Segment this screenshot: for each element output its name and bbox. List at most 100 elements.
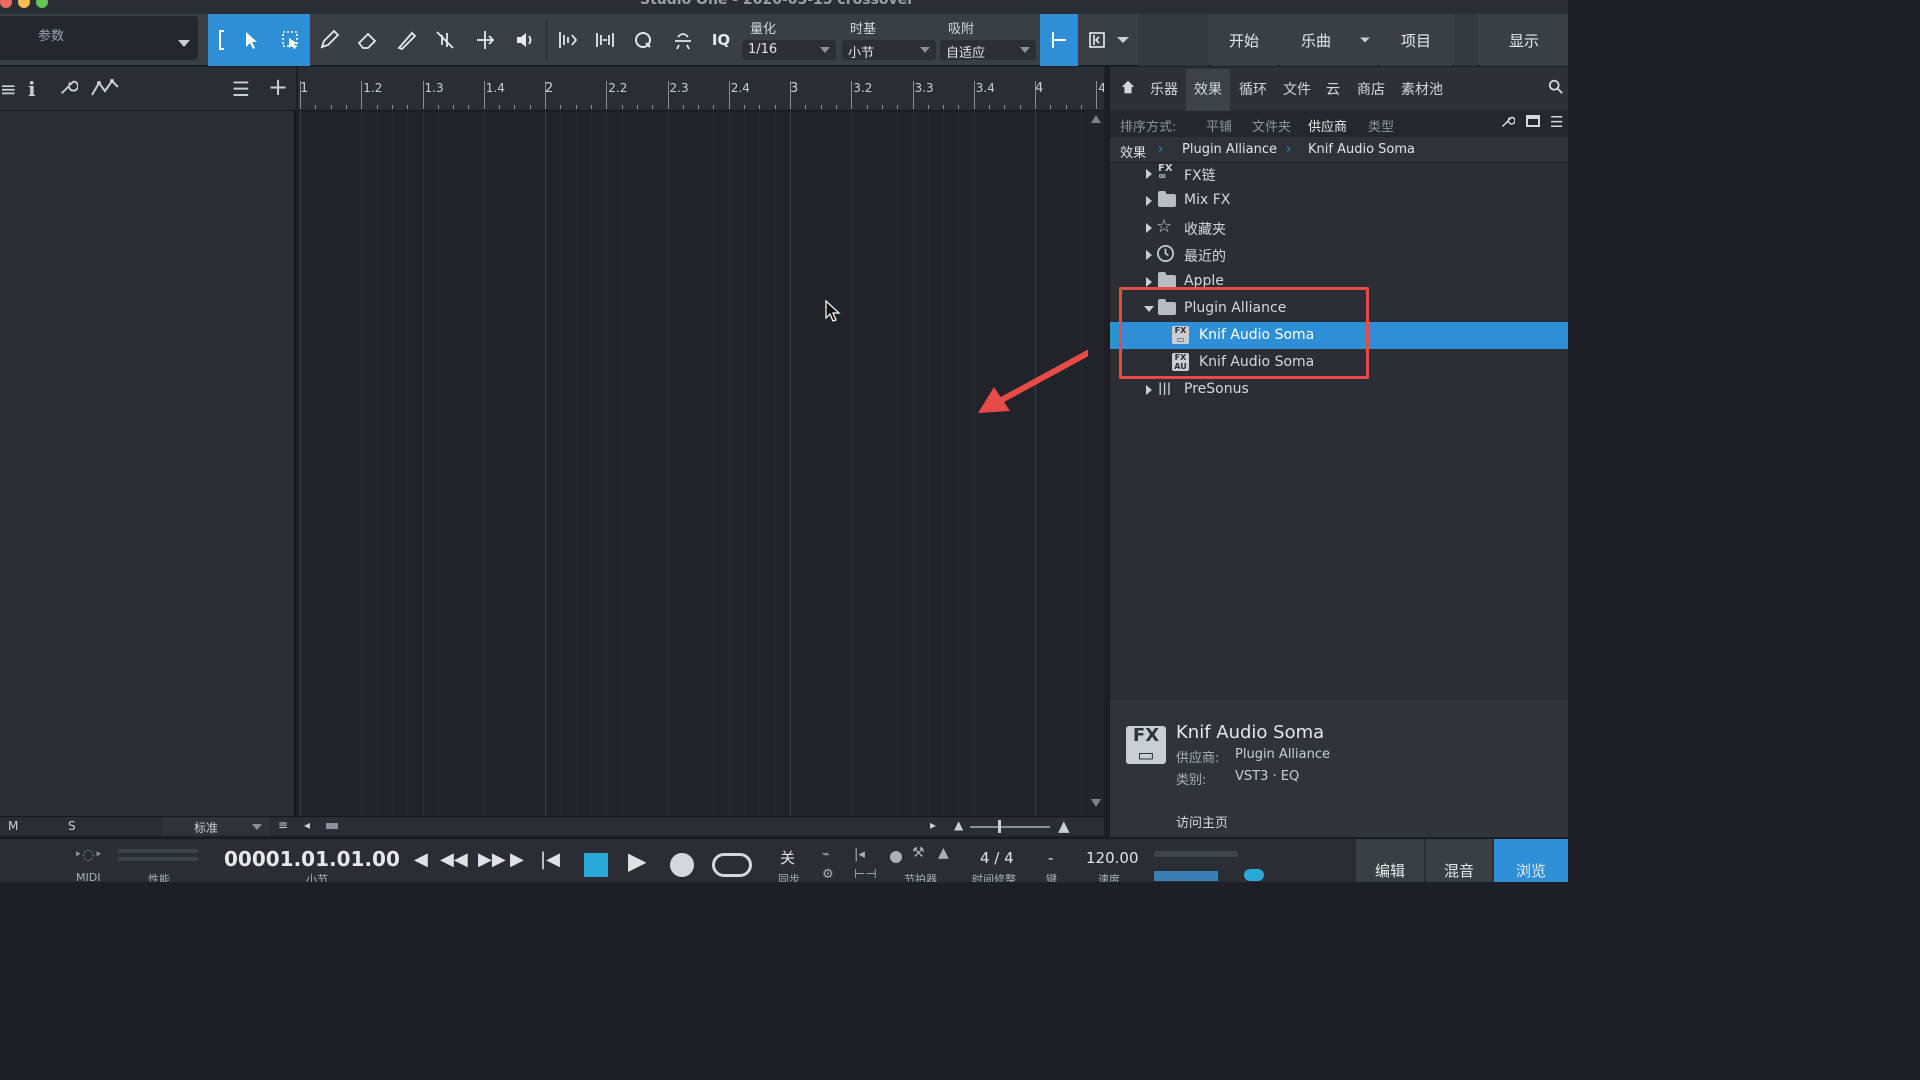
scroll-right-icon[interactable]: ▸ xyxy=(930,818,936,832)
quantize-select[interactable]: 1/16 xyxy=(742,40,836,60)
precount-icon[interactable] xyxy=(890,851,902,863)
breadcrumb-plugin[interactable]: Knif Audio Soma xyxy=(1308,142,1415,157)
list-view-icon[interactable]: ☰ xyxy=(1550,113,1563,131)
wrench-icon[interactable] xyxy=(1500,114,1516,133)
eraser-icon[interactable] xyxy=(350,14,384,66)
edit-view-button[interactable]: 编辑 xyxy=(1356,839,1424,882)
horizontal-scroll-thumb[interactable] xyxy=(326,823,338,829)
info-icon[interactable]: i xyxy=(28,77,36,101)
time-signature[interactable]: 4 / 4 xyxy=(980,849,1014,867)
song-menu-button[interactable] xyxy=(1352,14,1378,66)
loop-range-icon[interactable]: ⊢⊣ xyxy=(854,867,877,882)
expand-arrow-icon[interactable] xyxy=(1146,196,1152,206)
scroll-down-icon[interactable] xyxy=(1091,799,1101,807)
chevron-down-icon[interactable] xyxy=(1110,14,1136,66)
next-marker-icon[interactable]: ▶ xyxy=(510,849,524,870)
mute-tool-icon[interactable] xyxy=(428,14,462,66)
expand-arrow-icon[interactable] xyxy=(1146,277,1152,287)
timeline-ruler[interactable]: 1 1.2 1.3 1.4 2 2.2 2.3 2.4 3 3.2 3.3 3.4 4 4. xyxy=(298,67,1104,111)
position-display[interactable]: 00001.01.01.00 xyxy=(224,847,400,871)
breadcrumb-effects[interactable]: 效果 xyxy=(1120,142,1146,161)
tab-files[interactable]: 文件 xyxy=(1283,79,1311,99)
song-page-button[interactable]: 乐曲 xyxy=(1280,14,1352,66)
browse-view-button[interactable]: 浏览 xyxy=(1494,839,1568,882)
expand-arrow-icon[interactable] xyxy=(1146,250,1152,260)
sync-state[interactable]: 关 xyxy=(780,847,795,868)
previous-marker-icon[interactable]: ◀ xyxy=(414,849,428,870)
wrench-icon[interactable] xyxy=(58,77,79,102)
mute-all-button[interactable]: M xyxy=(8,819,18,833)
snap-toggle-button[interactable] xyxy=(1040,14,1078,66)
zoom-in-icon[interactable]: ▲ xyxy=(1058,817,1070,835)
loop-button[interactable] xyxy=(712,853,752,877)
expand-arrow-icon[interactable] xyxy=(1146,169,1152,179)
zoom-out-icon[interactable]: ▲ xyxy=(954,818,963,832)
expand-arrow-icon[interactable] xyxy=(1146,385,1152,395)
minimize-window-icon[interactable] xyxy=(18,0,30,8)
snap-select[interactable]: 自适应 xyxy=(940,40,1036,61)
parameter-selector[interactable]: 参数 xyxy=(0,16,198,60)
listen-tool-icon[interactable] xyxy=(508,14,542,66)
track-list-icon[interactable]: ☰ xyxy=(232,77,250,101)
metronome-icon[interactable]: ▲ xyxy=(938,845,949,861)
zoom-window-icon[interactable] xyxy=(36,0,48,8)
tab-cloud[interactable]: 云 xyxy=(1326,79,1340,99)
add-track-icon[interactable]: + xyxy=(268,73,288,101)
solo-all-button[interactable]: S xyxy=(68,819,76,833)
visit-homepage-link[interactable]: 访问主页 xyxy=(1176,812,1228,831)
expand-arrow-icon[interactable] xyxy=(1146,223,1152,233)
instrument-input-icon[interactable] xyxy=(1080,14,1114,66)
tab-effects[interactable]: 效果 xyxy=(1186,69,1230,111)
tab-instruments[interactable]: 乐器 xyxy=(1150,79,1178,99)
rewind-icon[interactable]: ◀◀ xyxy=(440,849,468,870)
start-page-button[interactable]: 开始 xyxy=(1210,14,1278,66)
timebase-select[interactable]: 小节 xyxy=(842,40,936,61)
sync-options-icon[interactable]: ⌁ xyxy=(822,847,830,862)
breadcrumb-vendor[interactable]: Plugin Alliance xyxy=(1182,142,1277,157)
record-button[interactable] xyxy=(670,853,694,877)
key-value[interactable]: - xyxy=(1048,849,1053,867)
track-height-select[interactable]: 标准 xyxy=(162,817,270,835)
list-icon[interactable]: ≡ xyxy=(278,818,288,832)
zoom-slider-handle[interactable] xyxy=(998,820,1001,833)
paint-icon[interactable] xyxy=(390,14,424,66)
split-tool-icon[interactable] xyxy=(468,14,502,66)
tree-item-recent[interactable]: 最近的 xyxy=(1110,241,1568,268)
home-icon[interactable] xyxy=(1120,79,1136,99)
preview-pane-icon[interactable] xyxy=(1526,115,1540,127)
fast-forward-icon[interactable]: ▶▶ xyxy=(478,849,506,870)
scroll-up-icon[interactable] xyxy=(1091,115,1101,123)
position-unit-select[interactable]: 小节 xyxy=(306,871,328,882)
pencil-icon[interactable] xyxy=(312,14,346,66)
tree-item-fx-chains[interactable]: FX ∞ FX链 xyxy=(1110,160,1568,187)
menu-icon[interactable]: ≡ xyxy=(0,77,17,101)
scroll-left-icon[interactable]: ◂ xyxy=(304,818,310,832)
output-toggle[interactable] xyxy=(1244,869,1264,881)
sort-flat[interactable]: 平铺 xyxy=(1206,116,1232,135)
arrangement-area[interactable] xyxy=(298,111,1088,816)
tempo-value[interactable]: 120.00 xyxy=(1086,849,1139,867)
mix-view-button[interactable]: 混音 xyxy=(1426,839,1492,882)
sort-vendor[interactable]: 供应商 xyxy=(1308,116,1347,135)
tab-loops[interactable]: 循环 xyxy=(1239,79,1267,99)
sort-type[interactable]: 类型 xyxy=(1368,116,1394,135)
range-tool-icon[interactable] xyxy=(274,14,308,66)
quantize-icon[interactable] xyxy=(626,14,660,66)
tree-item-presonus[interactable]: ||| PreSonus xyxy=(1110,376,1568,403)
punch-icon[interactable]: |◂ xyxy=(854,847,865,862)
sort-folder[interactable]: 文件夹 xyxy=(1252,116,1291,135)
show-button[interactable]: 显示 xyxy=(1480,14,1568,66)
iq-button[interactable]: IQ xyxy=(704,14,738,66)
transient-tool-icon[interactable] xyxy=(588,14,622,66)
tab-pool[interactable]: 素材池 xyxy=(1401,79,1443,99)
tree-item-mix-fx[interactable]: Mix FX xyxy=(1110,187,1568,214)
search-icon[interactable] xyxy=(1548,79,1564,99)
vertical-scrollbar[interactable] xyxy=(1088,111,1104,816)
tree-item-favorites[interactable]: ☆ 收藏夹 xyxy=(1110,214,1568,241)
groove-icon[interactable] xyxy=(666,14,700,66)
return-to-zero-icon[interactable]: |◀ xyxy=(540,849,560,870)
wrench-icon[interactable]: ⚒ xyxy=(912,845,925,861)
play-button[interactable]: ▶ xyxy=(628,847,646,875)
project-page-button[interactable]: 项目 xyxy=(1380,14,1452,66)
bend-tool-icon[interactable] xyxy=(550,14,584,66)
